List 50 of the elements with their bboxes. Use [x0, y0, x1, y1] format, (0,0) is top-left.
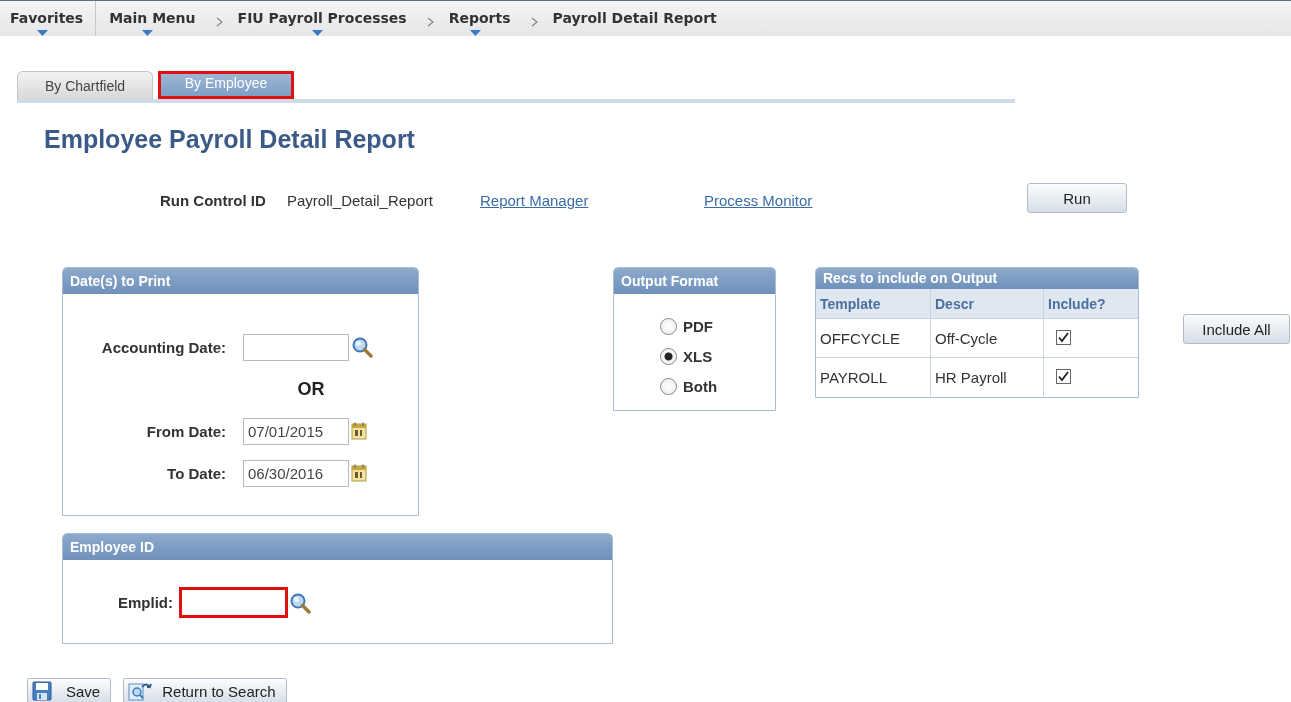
group-header: Employee ID [63, 534, 612, 560]
field-label: Accounting Date: [101, 338, 226, 356]
link[interactable]: Process Monitor [704, 191, 1027, 213]
date-field[interactable]: 06/30/2016 [243, 459, 349, 487]
breadcrumb-link[interactable]: FIU Payroll Processes [237, 1, 407, 36]
column-header: Descr [930, 289, 1044, 319]
radio-label: XLS [683, 347, 713, 365]
date-field[interactable]: 07/01/2015 [243, 417, 349, 445]
return-to-search-button[interactable]: Return to Search [123, 678, 287, 702]
calendar-icon[interactable] [351, 464, 367, 482]
checkbox[interactable] [1056, 329, 1071, 345]
chevron-icon [530, 17, 538, 27]
radio-button[interactable] [660, 347, 677, 365]
group-header: Output Format [614, 268, 775, 294]
radio-label: Both [683, 377, 718, 395]
field-value: Payroll_Detail_Report [287, 191, 434, 211]
page-title: Employee Payroll Detail Report [44, 124, 416, 154]
input-field[interactable] [243, 333, 349, 361]
calendar-icon[interactable] [351, 422, 367, 440]
checkbox[interactable] [1056, 368, 1071, 384]
chevron-icon [215, 17, 223, 27]
field-label: Run Control ID [160, 191, 267, 211]
table-cell: PAYROLL [816, 357, 931, 396]
breadcrumb-link[interactable]: Favorites [10, 1, 84, 36]
search-icon[interactable] [289, 591, 311, 614]
link[interactable]: Report Manager [480, 191, 704, 213]
table-cell: Off-Cycle [930, 318, 1044, 358]
radio-button[interactable] [660, 317, 677, 335]
breadcrumb-link[interactable]: Reports [448, 1, 511, 36]
field-label: Emplid: [117, 594, 173, 611]
save-button[interactable]: Save [27, 678, 112, 702]
field-label: To Date: [167, 464, 226, 482]
return-search-icon [128, 681, 153, 701]
search-icon[interactable] [351, 336, 373, 358]
breadcrumb-link[interactable]: Main Menu [109, 1, 196, 36]
table-cell: OFFCYCLE [816, 318, 931, 358]
column-header: Include? [1043, 289, 1138, 319]
radio-label: PDF [683, 317, 713, 335]
input-field[interactable] [179, 587, 288, 618]
group-header: Date(s) to Print [63, 268, 418, 294]
include-all-button[interactable]: Include All [1183, 314, 1290, 344]
breadcrumb-link[interactable]: Payroll Detail Report [552, 1, 717, 36]
tab[interactable]: By Chartfield [17, 71, 153, 99]
run-button[interactable]: Run [1027, 183, 1127, 213]
or-label: OR [297, 378, 325, 400]
radio-button[interactable] [660, 377, 677, 395]
chevron-icon [426, 17, 434, 27]
field-label: From Date: [146, 422, 226, 440]
column-header: Template [816, 289, 931, 319]
group-header: Recs to include on Output [816, 268, 1138, 289]
